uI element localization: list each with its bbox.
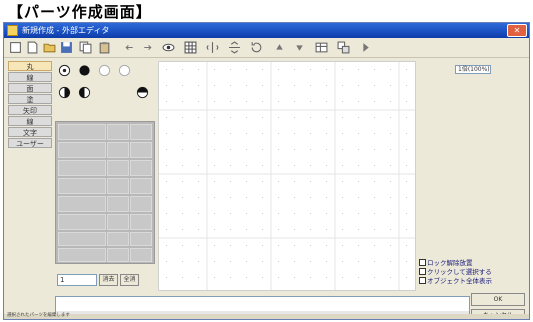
category-sidebar: 丸 線 面 塗 矢印 線 文字 ユーザー	[8, 61, 52, 149]
canvas-grid	[159, 62, 415, 290]
clear-all-button[interactable]: 全消	[120, 274, 139, 286]
empty-circle-icon[interactable]	[97, 63, 112, 78]
paste-icon[interactable]	[97, 40, 112, 55]
palette-cell[interactable]	[107, 196, 129, 212]
parts-palette	[55, 121, 155, 264]
palette-cell[interactable]	[107, 232, 129, 246]
eye-icon[interactable]	[161, 40, 176, 55]
size-input[interactable]: 1	[57, 274, 97, 286]
palette-cell[interactable]	[58, 142, 106, 158]
checkbox-icon[interactable]	[419, 268, 426, 275]
title-bar: 新規作成 - 外部エディタ ✕	[4, 23, 529, 38]
palette-cell[interactable]	[130, 142, 152, 158]
options-panel: 1倍(100%) ロック解除放置 クリックして選択する オブジェクト全体表示	[419, 61, 527, 293]
save-icon[interactable]	[59, 40, 74, 55]
sidebar-item-face[interactable]: 面	[8, 83, 52, 93]
option-label: ロック解除放置	[427, 259, 473, 267]
option-label: オブジェクト全体表示	[427, 277, 492, 285]
palette-cell[interactable]	[130, 214, 152, 230]
arrow-left-icon[interactable]	[122, 40, 137, 55]
option-show-all[interactable]: オブジェクト全体表示	[419, 277, 492, 285]
palette-cell[interactable]	[107, 142, 129, 158]
window-title: 新規作成 - 外部エディタ	[22, 26, 110, 35]
palette-cell[interactable]	[130, 124, 152, 140]
drawing-canvas[interactable]	[158, 61, 416, 291]
checkbox-icon[interactable]	[419, 259, 426, 266]
flip-horizontal-icon[interactable]	[205, 40, 220, 55]
triangle-down-icon[interactable]	[292, 40, 307, 55]
sidebar-item-fill[interactable]: 塗	[8, 94, 52, 104]
palette-cell[interactable]	[107, 124, 129, 140]
palette-cell[interactable]	[58, 124, 106, 140]
palette-cell[interactable]	[58, 160, 106, 176]
filled-circle-icon[interactable]	[77, 63, 92, 78]
toolbar	[4, 39, 529, 58]
option-label: クリックして選択する	[427, 268, 492, 276]
palette-cell[interactable]	[58, 214, 106, 230]
triangle-up-icon[interactable]	[272, 40, 287, 55]
sidebar-item-user[interactable]: ユーザー	[8, 138, 52, 148]
grid-icon[interactable]	[183, 40, 198, 55]
half-filled-circle-icon[interactable]	[57, 85, 72, 100]
square-icon[interactable]	[8, 40, 23, 55]
sidebar-item-line-2[interactable]: 線	[8, 116, 52, 126]
palette-cell[interactable]	[130, 248, 152, 262]
app-icon	[7, 25, 18, 36]
status-text: 選択されたパーツを編集します	[7, 313, 70, 318]
sidebar-item-circle[interactable]: 丸	[8, 61, 52, 71]
palette-cell[interactable]	[58, 248, 106, 262]
checkbox-icon[interactable]	[419, 277, 426, 284]
table-icon[interactable]	[314, 40, 329, 55]
palette-cell[interactable]	[130, 232, 152, 246]
document-icon[interactable]	[25, 40, 40, 55]
empty-circle-icon[interactable]	[117, 63, 132, 78]
status-bar: 選択されたパーツを編集します	[4, 313, 529, 319]
play-icon[interactable]	[358, 40, 373, 55]
palette-cell[interactable]	[58, 196, 106, 212]
folder-open-icon[interactable]	[42, 40, 57, 55]
sidebar-item-line[interactable]: 線	[8, 72, 52, 82]
palette-cell[interactable]	[130, 178, 152, 194]
option-unlock[interactable]: ロック解除放置	[419, 259, 473, 267]
sidebar-item-text[interactable]: 文字	[8, 127, 52, 137]
layers-icon[interactable]	[336, 40, 351, 55]
option-click-select[interactable]: クリックして選択する	[419, 268, 492, 276]
arrow-right-icon[interactable]	[140, 40, 155, 55]
copy-icon[interactable]	[78, 40, 93, 55]
palette-cell[interactable]	[107, 160, 129, 176]
half-filled-circle-icon[interactable]	[135, 85, 150, 100]
palette-cell[interactable]	[130, 196, 152, 212]
sidebar-item-arrow[interactable]: 矢印	[8, 105, 52, 115]
panel-bottom-bar: 1 消去 全消	[55, 272, 155, 288]
palette-cell[interactable]	[58, 178, 106, 194]
close-button[interactable]: ✕	[507, 24, 527, 37]
palette-cell[interactable]	[58, 232, 106, 246]
target-circle-icon[interactable]	[57, 63, 72, 78]
rotate-icon[interactable]	[249, 40, 264, 55]
palette-cell[interactable]	[107, 178, 129, 194]
parts-panel: 1 消去 全消	[55, 61, 155, 293]
half-filled-circle-icon[interactable]	[77, 85, 92, 100]
delete-button[interactable]: 消去	[99, 274, 118, 286]
palette-cell[interactable]	[107, 214, 129, 230]
zoom-select[interactable]: 1倍(100%)	[455, 65, 491, 74]
ok-button[interactable]: OK	[471, 293, 525, 306]
palette-cell[interactable]	[107, 248, 129, 262]
page-caption: 【パーツ作成画面】	[0, 0, 533, 22]
page-caption-text: 【パーツ作成画面】	[8, 3, 152, 21]
flip-vertical-icon[interactable]	[227, 40, 242, 55]
palette-cell[interactable]	[130, 160, 152, 176]
editor-window: 新規作成 - 外部エディタ ✕ 丸 線 面 塗 矢印 線 文字 ユーザー 1 消…	[3, 22, 530, 320]
